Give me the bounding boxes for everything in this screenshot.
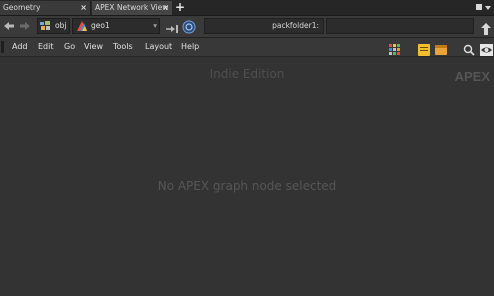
eye-icon[interactable] (480, 41, 493, 56)
tab-label: APEX Network View (95, 3, 169, 12)
breadcrumb-obj[interactable]: obj (37, 18, 70, 34)
forward-arrow-icon[interactable] (19, 20, 31, 32)
obj-icon (40, 21, 51, 31)
breadcrumb-label: geo1 (91, 21, 110, 30)
menu-add[interactable]: Add (12, 38, 28, 56)
path-field[interactable]: packfolder1: (204, 18, 324, 34)
network-box-icon[interactable] (435, 41, 447, 55)
grid-icon[interactable] (389, 41, 401, 55)
path-bar: obj geo1 ▾ packfolder1: (0, 16, 494, 38)
tab-geometry-spreadsheet[interactable]: Geometry Spreadsheet × (0, 1, 91, 26)
pin-icon[interactable] (166, 20, 180, 33)
tab-apex-network-view[interactable]: APEX Network View × (92, 1, 172, 15)
chevron-down-icon[interactable]: ▾ (153, 19, 157, 33)
breadcrumb-label: obj (55, 21, 67, 30)
menu-help[interactable]: Help (181, 38, 199, 56)
up-arrow-icon[interactable] (481, 20, 491, 35)
network-canvas[interactable]: Indie Edition APEX No APEX graph node se… (0, 57, 494, 296)
menu-view[interactable]: View (84, 38, 103, 56)
apex-logo: APEX (454, 69, 490, 84)
menu-layout[interactable]: Layout (145, 38, 172, 56)
menu-bar: Add Edit Go View Tools Layout Help (0, 38, 494, 57)
search-icon[interactable] (463, 41, 475, 56)
geo-icon (76, 20, 88, 32)
empty-state-message: No APEX graph node selected (157, 179, 337, 193)
add-tab-button[interactable]: + (175, 0, 185, 14)
path-field-extension[interactable] (326, 18, 474, 34)
sticky-note-icon[interactable] (418, 41, 430, 56)
tab-bar: Geometry Spreadsheet × APEX Network View… (0, 0, 494, 26)
link-icon[interactable] (182, 19, 196, 34)
edition-watermark: Indie Edition (209, 67, 285, 81)
menu-tools[interactable]: Tools (113, 38, 133, 56)
breadcrumb-geo1[interactable]: geo1 ▾ (72, 18, 160, 34)
back-arrow-icon[interactable] (3, 20, 15, 32)
close-icon[interactable]: × (162, 1, 169, 15)
close-icon[interactable]: × (80, 1, 87, 15)
menu-go[interactable]: Go (64, 38, 75, 56)
pane-menu-icon[interactable] (476, 3, 491, 12)
menu-edit[interactable]: Edit (38, 38, 54, 56)
toolbar-handle[interactable] (1, 41, 4, 53)
